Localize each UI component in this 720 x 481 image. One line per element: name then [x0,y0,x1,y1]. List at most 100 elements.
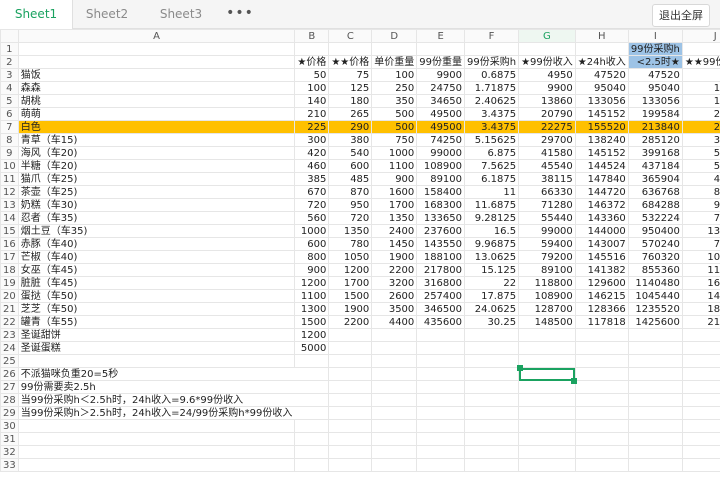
cell-e25[interactable] [416,354,466,368]
row-header[interactable]: 19 [0,276,19,290]
cell-g18[interactable]: 89100 [518,263,576,277]
cell-b20[interactable]: 1100 [294,289,330,303]
cell-b25[interactable] [294,354,330,368]
cell-b8[interactable]: 300 [294,133,330,147]
cell-a16[interactable]: 赤豚（车40) [17,237,296,251]
cell-c12[interactable]: 870 [328,185,373,199]
cell-c16[interactable]: 780 [328,237,373,251]
cell-b30[interactable] [294,419,330,433]
cell-j17[interactable]: 103950 [681,250,720,264]
cell-e21[interactable]: 346500 [416,302,466,316]
cell-h3[interactable]: 47520 [574,68,629,82]
column-header-g[interactable]: G [518,29,576,43]
cell-i14[interactable]: 532224 [627,211,683,225]
cell-a20[interactable]: 蛋挞（车50) [17,289,296,303]
cell-c10[interactable]: 600 [328,159,373,173]
cell-i2[interactable]: <2.5时★ [627,55,683,69]
cell-j6[interactable]: 26235 [681,107,720,121]
cell-i29[interactable] [627,406,683,420]
cell-e2[interactable]: 99份重量 [416,55,466,69]
cell-i4[interactable]: 95040 [627,81,683,95]
cell-e18[interactable]: 217800 [416,263,466,277]
row-header[interactable]: 26 [0,367,19,381]
cell-b6[interactable]: 210 [294,107,330,121]
row-header[interactable]: 9 [0,146,19,160]
cell-f28[interactable] [464,393,520,407]
cell-i1[interactable]: 99份采购h [627,42,683,56]
cell-d27[interactable] [371,380,418,394]
cell-table[interactable]: ABCDEFGHIJKL 199份采购h99份采购h2★价格★★价格单价重量99… [0,29,720,472]
cell-j30[interactable] [681,419,720,433]
cell-j21[interactable]: 188100 [681,302,720,316]
cell-i5[interactable]: 133056 [627,94,683,108]
cell-e19[interactable]: 316800 [416,276,466,290]
cell-e14[interactable]: 133650 [416,211,466,225]
cell-b5[interactable]: 140 [294,94,330,108]
cell-h20[interactable]: 146215 [574,289,629,303]
cell-i11[interactable]: 365904 [627,172,683,186]
tab-sheet2[interactable]: Sheet2 [72,0,142,29]
cell-b32[interactable] [294,445,330,459]
row-header[interactable]: 5 [0,94,19,108]
cell-b10[interactable]: 460 [294,159,330,173]
cell-h18[interactable]: 141382 [574,263,629,277]
cell-h15[interactable]: 144000 [574,224,629,238]
cell-a32[interactable] [17,445,296,459]
cell-d12[interactable]: 1600 [371,185,418,199]
cell-j25[interactable] [681,354,720,368]
cell-j4[interactable]: 12375 [681,81,720,95]
cell-b33[interactable] [294,458,330,472]
cell-b14[interactable]: 560 [294,211,330,225]
cell-d16[interactable]: 1450 [371,237,418,251]
cell-b3[interactable]: 50 [294,68,330,82]
cell-a9[interactable]: 海风（车20) [17,146,296,160]
cell-b31[interactable] [294,432,330,446]
cell-c31[interactable] [328,432,373,446]
column-header-j[interactable]: J [681,29,720,43]
row-header[interactable]: 17 [0,250,19,264]
cell-j3[interactable]: 7425 [681,68,720,82]
cell-j28[interactable] [681,393,720,407]
cell-f21[interactable]: 24.0625 [464,302,520,316]
cell-c15[interactable]: 1350 [328,224,373,238]
row-header[interactable]: 11 [0,172,19,186]
cell-c22[interactable]: 2200 [328,315,373,329]
cell-b27[interactable] [294,380,330,394]
cell-g12[interactable]: 66330 [518,185,576,199]
cell-b23[interactable]: 1200 [294,328,330,342]
cell-h8[interactable]: 138240 [574,133,629,147]
column-header-b[interactable]: B [294,29,330,43]
cell-b22[interactable]: 1500 [294,315,330,329]
cell-e29[interactable] [416,406,466,420]
column-header-h[interactable]: H [574,29,629,43]
cell-j7[interactable]: 28710 [681,120,720,134]
cell-j8[interactable]: 37620 [681,133,720,147]
cell-c6[interactable]: 265 [328,107,373,121]
cell-c3[interactable]: 75 [328,68,373,82]
cell-h9[interactable]: 145152 [574,146,629,160]
cell-a30[interactable] [17,419,296,433]
cell-f11[interactable]: 6.1875 [464,172,520,186]
spreadsheet-grid[interactable]: ABCDEFGHIJKL 199份采购h99份采购h2★价格★★价格单价重量99… [0,29,720,481]
cell-a23[interactable]: 圣诞甜饼 [17,328,296,342]
cell-j22[interactable]: 217800 [681,315,720,329]
column-header-c[interactable]: C [328,29,373,43]
row-header[interactable]: 21 [0,302,19,316]
cell-b17[interactable]: 800 [294,250,330,264]
cell-i22[interactable]: 1425600 [627,315,683,329]
cell-d32[interactable] [371,445,418,459]
cell-j19[interactable]: 168300 [681,276,720,290]
cell-b15[interactable]: 1000 [294,224,330,238]
cell-f32[interactable] [464,445,520,459]
cell-b24[interactable]: 5000 [294,341,330,355]
row-header[interactable]: 25 [0,354,19,368]
cell-e13[interactable]: 168300 [416,198,466,212]
column-header-d[interactable]: D [371,29,418,43]
cell-a7[interactable]: 白色 [17,120,296,134]
cell-d20[interactable]: 2600 [371,289,418,303]
cell-g25[interactable] [518,354,576,368]
cell-e26[interactable] [416,367,466,381]
cell-i32[interactable] [627,445,683,459]
cell-a14[interactable]: 忍者（车35) [17,211,296,225]
fill-handle[interactable] [571,377,578,384]
